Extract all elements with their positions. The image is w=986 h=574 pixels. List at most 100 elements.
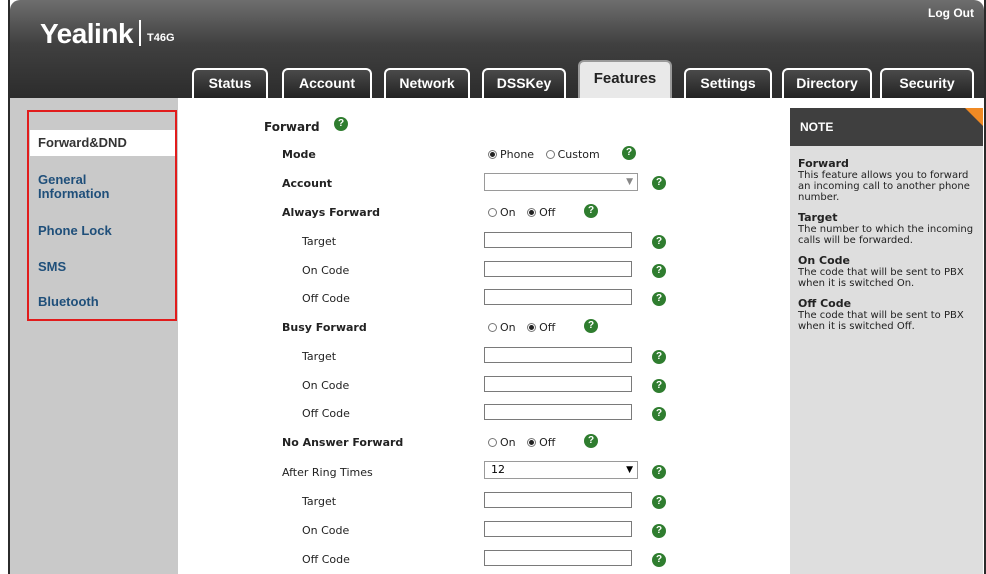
busy-forward-off-radio[interactable] (527, 323, 537, 332)
chevron-down-icon: ▼ (626, 465, 633, 475)
help-icon-busy-on-code[interactable]: ? (652, 379, 666, 393)
logo-separator (139, 20, 142, 46)
note-panel: NOTE Forward This feature allows you to … (790, 108, 983, 574)
busy-forward-on-radio[interactable] (488, 323, 497, 332)
help-icon-forward[interactable]: ? (334, 117, 348, 131)
ring-times-value: 12 (491, 463, 505, 476)
no-answer-target-input[interactable] (484, 492, 632, 508)
always-on-code-label: On Code (302, 264, 350, 277)
help-icon-mode[interactable]: ? (622, 146, 636, 160)
help-icon-always-target[interactable]: ? (652, 235, 666, 249)
ring-times-select[interactable]: 12 ▼ (484, 461, 638, 479)
note-term: On Code (798, 254, 850, 267)
help-icon-busy-target[interactable]: ? (652, 350, 666, 364)
no-answer-forward-radio-group: On Off (488, 436, 563, 449)
note-text: This feature allows you to forward an in… (798, 170, 970, 203)
busy-forward-on-label: On (500, 321, 516, 334)
always-target-input[interactable] (484, 232, 632, 248)
always-target-label: Target (302, 235, 337, 248)
no-answer-on-code-label: On Code (302, 524, 350, 537)
help-icon-no-answer-target[interactable]: ? (652, 495, 666, 509)
sidebar-item-forward-dnd[interactable]: Forward&DND (30, 130, 176, 156)
main-content (178, 98, 786, 574)
always-forward-on-radio[interactable] (488, 208, 497, 217)
chevron-down-icon: ▼ (626, 177, 633, 187)
help-icon-always-off-code[interactable]: ? (652, 292, 666, 306)
note-term: Target (798, 211, 838, 224)
no-answer-off-code-label: Off Code (302, 553, 350, 566)
note-title: NOTE (790, 108, 983, 146)
no-answer-off-code-input[interactable] (484, 550, 632, 566)
always-off-code-label: Off Code (302, 292, 350, 305)
busy-off-code-label: Off Code (302, 407, 350, 420)
help-icon-busy-off-code[interactable]: ? (652, 407, 666, 421)
note-corner-accent (965, 108, 983, 126)
no-answer-on-code-input[interactable] (484, 521, 632, 537)
help-icon-ring-times[interactable]: ? (652, 465, 666, 479)
tab-status[interactable]: Status (192, 68, 268, 98)
tab-features[interactable]: Features (578, 60, 672, 98)
tab-network[interactable]: Network (384, 68, 470, 98)
help-icon-no-answer-on-code[interactable]: ? (652, 524, 666, 538)
no-answer-target-label: Target (302, 495, 337, 508)
mode-label: Mode (282, 148, 316, 161)
note-text: The code that will be sent to PBX when i… (798, 310, 964, 332)
mode-phone-label: Phone (500, 148, 535, 161)
sidebar-item-bluetooth[interactable]: Bluetooth (38, 295, 164, 309)
busy-forward-off-label: Off (539, 321, 556, 334)
sidebar-item-phone-lock[interactable]: Phone Lock (38, 224, 164, 238)
tab-security[interactable]: Security (880, 68, 974, 98)
help-icon-no-answer-forward[interactable]: ? (584, 434, 598, 448)
note-entry: Target The number to which the incoming … (798, 211, 980, 247)
mode-phone-radio[interactable] (488, 150, 497, 159)
tab-dsskey[interactable]: DSSKey (482, 68, 566, 98)
no-answer-forward-on-label: On (500, 436, 516, 449)
always-forward-label: Always Forward (282, 206, 381, 219)
always-forward-off-label: Off (539, 206, 556, 219)
logout-link[interactable]: Log Out (928, 6, 974, 20)
sidebar (10, 98, 178, 574)
always-off-code-input[interactable] (484, 289, 632, 305)
mode-custom-radio[interactable] (545, 150, 555, 159)
always-forward-off-radio[interactable] (527, 208, 537, 217)
note-entry: Off Code The code that will be sent to P… (798, 297, 980, 333)
note-text: The code that will be sent to PBX when i… (798, 267, 964, 289)
note-entry: On Code The code that will be sent to PB… (798, 254, 980, 290)
model-label: T46G (147, 32, 175, 44)
logo-text: Yealink (40, 18, 134, 49)
busy-on-code-input[interactable] (484, 376, 632, 392)
no-answer-forward-off-label: Off (539, 436, 556, 449)
busy-off-code-input[interactable] (484, 404, 632, 420)
always-on-code-input[interactable] (484, 261, 632, 277)
help-icon-account[interactable]: ? (652, 176, 666, 190)
always-forward-radio-group: On Off (488, 206, 563, 219)
help-icon-no-answer-off-code[interactable]: ? (652, 553, 666, 567)
busy-forward-label: Busy Forward (282, 321, 367, 334)
section-title-forward: Forward (264, 120, 320, 134)
tab-account[interactable]: Account (282, 68, 372, 98)
no-answer-forward-on-radio[interactable] (488, 438, 497, 447)
note-term: Off Code (798, 297, 852, 310)
busy-forward-radio-group: On Off (488, 321, 563, 334)
help-icon-always-on-code[interactable]: ? (652, 264, 666, 278)
busy-target-input[interactable] (484, 347, 632, 363)
note-text: The number to which the incoming calls w… (798, 224, 974, 246)
browser-page: Yealink T46G Log Out Status Account Netwo… (0, 0, 986, 574)
sidebar-item-sms[interactable]: SMS (38, 260, 164, 274)
busy-on-code-label: On Code (302, 379, 350, 392)
tab-settings[interactable]: Settings (684, 68, 772, 98)
account-select[interactable]: ▼ (484, 173, 638, 191)
account-label: Account (282, 177, 333, 190)
help-icon-always-forward[interactable]: ? (584, 204, 598, 218)
sidebar-item-general-information[interactable]: General Information (38, 173, 138, 201)
after-ring-times-label: After Ring Times (282, 466, 373, 479)
no-answer-forward-off-radio[interactable] (527, 438, 537, 447)
mode-radio-group: Phone Custom (488, 148, 608, 161)
always-forward-on-label: On (500, 206, 516, 219)
busy-target-label: Target (302, 350, 337, 363)
mode-custom-label: Custom (557, 148, 600, 161)
tab-directory[interactable]: Directory (782, 68, 872, 98)
yealink-logo: Yealink T46G (40, 18, 175, 50)
help-icon-busy-forward[interactable]: ? (584, 319, 598, 333)
no-answer-forward-label: No Answer Forward (282, 436, 404, 449)
